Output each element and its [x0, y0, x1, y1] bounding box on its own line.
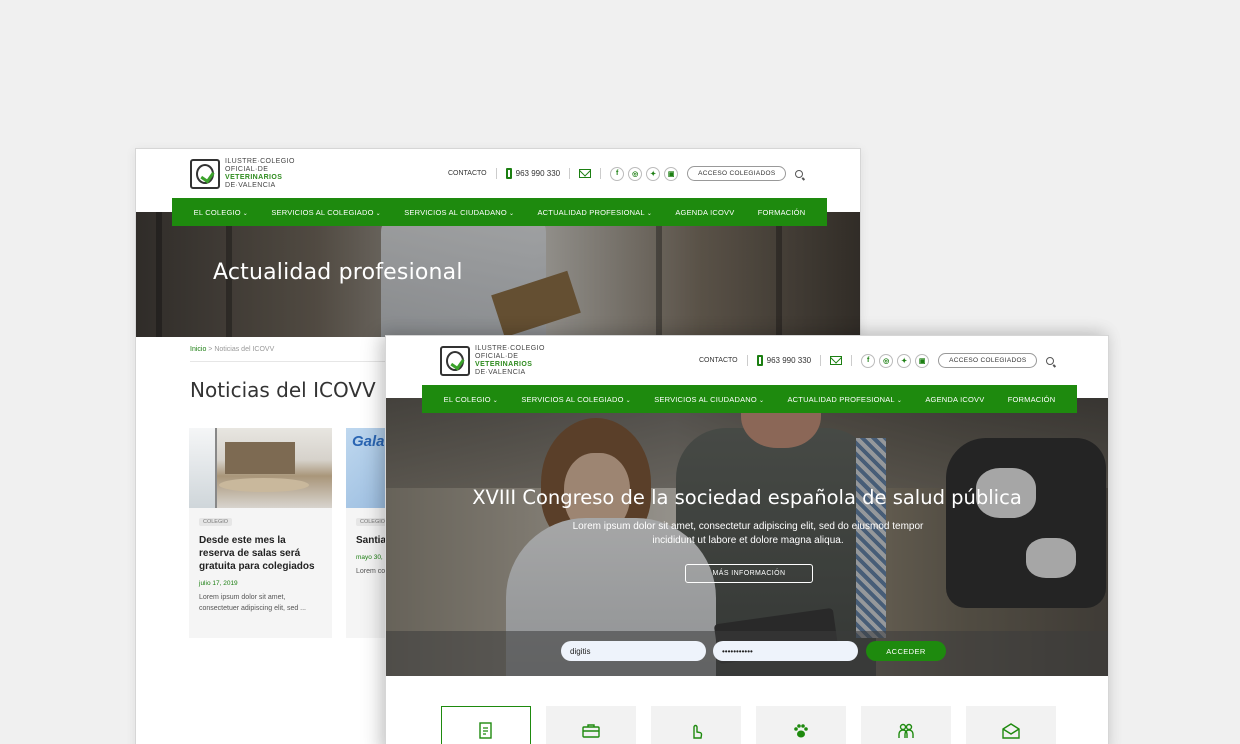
- linkedin-icon[interactable]: ▣: [664, 166, 679, 181]
- tile-people[interactable]: [861, 706, 951, 744]
- tile-services[interactable]: [546, 706, 636, 744]
- nav-agenda[interactable]: AGENDA ICOVV: [675, 208, 734, 217]
- facebook-icon[interactable]: f: [610, 166, 625, 181]
- nav-formacion[interactable]: FORMACIÓN: [758, 208, 806, 217]
- page-title: Noticias del ICOVV: [190, 378, 376, 402]
- site-logo[interactable]: ILUSTRE·COLEGIO OFICIAL·DE VETERINARIOS …: [440, 345, 545, 377]
- site-logo[interactable]: ILUSTRE·COLEGIO OFICIAL·DE VETERINARIOS …: [190, 158, 295, 190]
- mail-open-icon: [1002, 723, 1020, 739]
- hand-pointer-icon: [693, 724, 703, 739]
- tile-documents[interactable]: [441, 706, 531, 744]
- phone-link[interactable]: 963 990 330: [756, 355, 811, 366]
- logo-text: ILUSTRE·COLEGIO OFICIAL·DE VETERINARIOS …: [475, 345, 545, 376]
- hero-description: Lorem ipsum dolor sit amet, consectetur …: [572, 521, 924, 546]
- search-icon[interactable]: [1046, 356, 1055, 365]
- phone-icon: [756, 355, 763, 366]
- nav-agenda[interactable]: AGENDA ICOVV: [925, 395, 984, 404]
- nav-el-colegio[interactable]: EL COLEGIO ⌄: [444, 395, 498, 404]
- twitter-icon[interactable]: ✦: [897, 353, 912, 368]
- nav-servicios-ciudadano[interactable]: SERVICIOS AL CIUDADANO ⌄: [654, 395, 764, 404]
- nav-formacion[interactable]: FORMACIÓN: [1008, 395, 1056, 404]
- logo-text: ILUSTRE·COLEGIO OFICIAL·DE VETERINARIOS …: [225, 158, 295, 189]
- logo-mark-icon: [440, 346, 470, 376]
- tile-pets[interactable]: [756, 706, 846, 744]
- more-info-button[interactable]: MÁS INFORMACIÓN: [685, 564, 813, 583]
- main-nav: EL COLEGIO ⌄ SERVICIOS AL COLEGIADO ⌄ SERV…: [422, 385, 1077, 413]
- nav-servicios-ciudadano[interactable]: SERVICIOS AL CIUDADANO ⌄: [404, 208, 514, 217]
- people-icon: [898, 723, 914, 738]
- nav-servicios-colegiado[interactable]: SERVICIOS AL COLEGIADO ⌄: [271, 208, 381, 217]
- card-date: julio 17, 2019: [199, 580, 238, 587]
- hero-title: XVIII Congreso de la sociedad española d…: [472, 486, 1022, 509]
- linkedin-icon[interactable]: ▣: [915, 353, 930, 368]
- social-links: f ◎ ✦ ▣: [610, 166, 679, 181]
- instagram-icon[interactable]: ◎: [879, 353, 894, 368]
- breadcrumb-current: Noticias del ICOVV: [214, 346, 275, 353]
- login-bar: ACCEDER: [386, 631, 1108, 676]
- access-members-button[interactable]: ACCESO COLEGIADOS: [687, 166, 787, 181]
- nav-actualidad-profesional[interactable]: ACTUALIDAD PROFESIONAL ⌄: [537, 208, 652, 217]
- login-submit-button[interactable]: ACCEDER: [866, 641, 946, 661]
- hero-title: Actualidad profesional: [213, 260, 463, 285]
- main-nav: EL COLEGIO ⌄ SERVICIOS AL COLEGIADO ⌄ SERV…: [172, 198, 827, 226]
- card-image: [189, 428, 332, 508]
- username-input[interactable]: [561, 641, 706, 661]
- facebook-icon[interactable]: f: [861, 353, 876, 368]
- front-page-screenshot: ILUSTRE·COLEGIO OFICIAL·DE VETERINARIOS …: [385, 335, 1109, 744]
- site-header: ILUSTRE·COLEGIO OFICIAL·DE VETERINARIOS …: [136, 149, 860, 199]
- nav-el-colegio[interactable]: EL COLEGIO ⌄: [194, 208, 248, 217]
- tile-interactive[interactable]: [651, 706, 741, 744]
- header-utilities: CONTACTO 963 990 330 f ◎ ✦ ▣ ACCESO COLE…: [448, 166, 804, 181]
- card-tag[interactable]: COLEGIO: [199, 518, 233, 526]
- card-excerpt: Lorem ipsum dolor sit amet, consectetuer…: [199, 594, 307, 612]
- document-icon: [479, 722, 492, 739]
- news-card[interactable]: COLEGIO Desde este mes la reserva de sal…: [189, 428, 332, 638]
- phone-link[interactable]: 963 990 330: [505, 168, 560, 179]
- phone-icon: [505, 168, 512, 179]
- password-input[interactable]: [713, 641, 858, 661]
- social-links: f ◎ ✦ ▣: [861, 353, 930, 368]
- nav-actualidad-profesional[interactable]: ACTUALIDAD PROFESIONAL ⌄: [787, 395, 902, 404]
- mail-icon[interactable]: [830, 356, 843, 365]
- search-icon[interactable]: [795, 169, 804, 178]
- access-members-button[interactable]: ACCESO COLEGIADOS: [938, 353, 1038, 368]
- mail-icon[interactable]: [579, 169, 592, 178]
- breadcrumb-home[interactable]: Inicio: [190, 346, 206, 353]
- contact-link[interactable]: CONTACTO: [699, 357, 738, 364]
- paw-icon: [794, 724, 808, 738]
- card-title[interactable]: Desde este mes la reserva de salas será …: [199, 534, 322, 573]
- twitter-icon[interactable]: ✦: [646, 166, 661, 181]
- logo-mark-icon: [190, 159, 220, 189]
- header-utilities: CONTACTO 963 990 330 f ◎ ✦ ▣ ACCESO COLE…: [699, 353, 1055, 368]
- briefcase-icon: [582, 724, 600, 738]
- nav-servicios-colegiado[interactable]: SERVICIOS AL COLEGIADO ⌄: [521, 395, 631, 404]
- breadcrumb: Inicio > Noticias del ICOVV: [190, 346, 275, 353]
- contact-link[interactable]: CONTACTO: [448, 170, 487, 177]
- tile-contact[interactable]: [966, 706, 1056, 744]
- instagram-icon[interactable]: ◎: [628, 166, 643, 181]
- quick-access-tiles: [441, 706, 1056, 744]
- site-header: ILUSTRE·COLEGIO OFICIAL·DE VETERINARIOS …: [386, 336, 1108, 386]
